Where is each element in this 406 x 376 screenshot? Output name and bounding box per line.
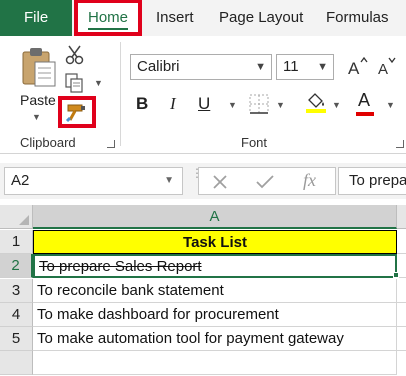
cell-a3[interactable]: To reconcile bank statement (33, 279, 397, 303)
paste-icon (22, 48, 56, 87)
paste-label: Paste (20, 92, 56, 108)
font-color-swatch (356, 112, 374, 116)
tab-file[interactable]: File (0, 0, 72, 36)
name-box-dropdown-icon[interactable]: ▼ (164, 168, 174, 194)
fill-color-dropdown-icon[interactable]: ▼ (332, 100, 341, 110)
formula-input[interactable]: To prepare Sales Report (338, 167, 406, 195)
row-header-5[interactable]: 5 (0, 327, 33, 351)
tab-insert[interactable]: Insert (156, 0, 194, 36)
shrink-font-icon[interactable]: A (376, 54, 398, 78)
cell-beyond (397, 327, 406, 351)
font-size-value: 11 (283, 58, 299, 75)
select-all-triangle-icon (19, 215, 29, 225)
copy-dropdown-caret-icon[interactable]: ▼ (94, 78, 103, 88)
cell-a5[interactable]: To make automation tool for payment gate… (33, 327, 397, 351)
fill-handle[interactable] (393, 272, 399, 278)
group-divider (120, 42, 121, 146)
font-name-dropdown-icon: ▼ (255, 61, 266, 73)
font-size-dropdown-icon: ▼ (317, 61, 328, 73)
name-box-value: A2 (11, 172, 30, 189)
underline-dropdown-icon[interactable]: ▼ (228, 100, 237, 110)
svg-text:A: A (348, 59, 360, 78)
enter-checkmark-icon[interactable] (255, 173, 275, 191)
grow-font-icon[interactable]: A (346, 54, 368, 78)
bold-button[interactable]: B (136, 92, 148, 116)
paste-dropdown-caret-icon[interactable]: ▼ (32, 112, 41, 122)
row-header-3[interactable]: 3 (0, 279, 33, 303)
cell-a6[interactable] (33, 351, 397, 375)
cancel-icon[interactable] (211, 173, 229, 191)
cell-beyond (397, 303, 406, 327)
clipboard-group-label: Clipboard (20, 135, 76, 150)
column-header-a[interactable]: A (33, 205, 397, 229)
cell-beyond (397, 230, 406, 254)
cut-icon[interactable] (64, 44, 86, 66)
font-color-label: A (358, 90, 371, 110)
font-color-button[interactable]: A (356, 90, 376, 118)
row-header-2[interactable]: 2 (0, 254, 33, 278)
copy-icon[interactable] (64, 72, 86, 94)
select-all-button[interactable] (0, 205, 33, 229)
row-header-6[interactable] (0, 351, 33, 375)
tab-home-label: Home (87, 9, 128, 26)
fill-color-icon[interactable] (304, 90, 328, 114)
italic-button[interactable]: I (170, 92, 176, 116)
format-painter-icon (65, 104, 85, 123)
font-dialog-launcher-icon[interactable] (396, 140, 404, 148)
row-header-1[interactable]: 1 (0, 230, 33, 254)
borders-icon[interactable] (248, 93, 270, 115)
cell-beyond (397, 279, 406, 303)
borders-dropdown-icon[interactable]: ▼ (276, 100, 285, 110)
font-name-select[interactable]: Calibri ▼ (130, 54, 272, 80)
format-painter-button[interactable] (58, 96, 96, 128)
name-box[interactable]: A2 ▼ (4, 167, 183, 195)
clipboard-dialog-launcher-icon[interactable] (107, 140, 115, 148)
cell-a4[interactable]: To make dashboard for procurement (33, 303, 397, 327)
underline-button[interactable]: U (198, 92, 210, 116)
font-color-dropdown-icon[interactable]: ▼ (386, 100, 395, 110)
row-header-4[interactable]: 4 (0, 303, 33, 327)
font-name-value: Calibri (137, 58, 180, 75)
formula-bar-buttons: fx (198, 167, 336, 195)
font-size-select[interactable]: 11 ▼ (276, 54, 334, 80)
font-group-label: Font (241, 135, 268, 150)
cell-a2[interactable]: To prepare Sales Report (33, 254, 397, 278)
active-tab-indicator (88, 28, 128, 30)
cell-a1[interactable]: Task List (33, 230, 397, 254)
tab-home[interactable]: Home (74, 0, 142, 36)
insert-function-icon[interactable]: fx (303, 170, 316, 191)
svg-text:A: A (378, 61, 388, 78)
tab-page-layout[interactable]: Page Layout (219, 0, 303, 36)
ribbon-tab-bar: File Home Insert Page Layout Formulas (0, 0, 406, 36)
tab-formulas[interactable]: Formulas (326, 0, 389, 36)
